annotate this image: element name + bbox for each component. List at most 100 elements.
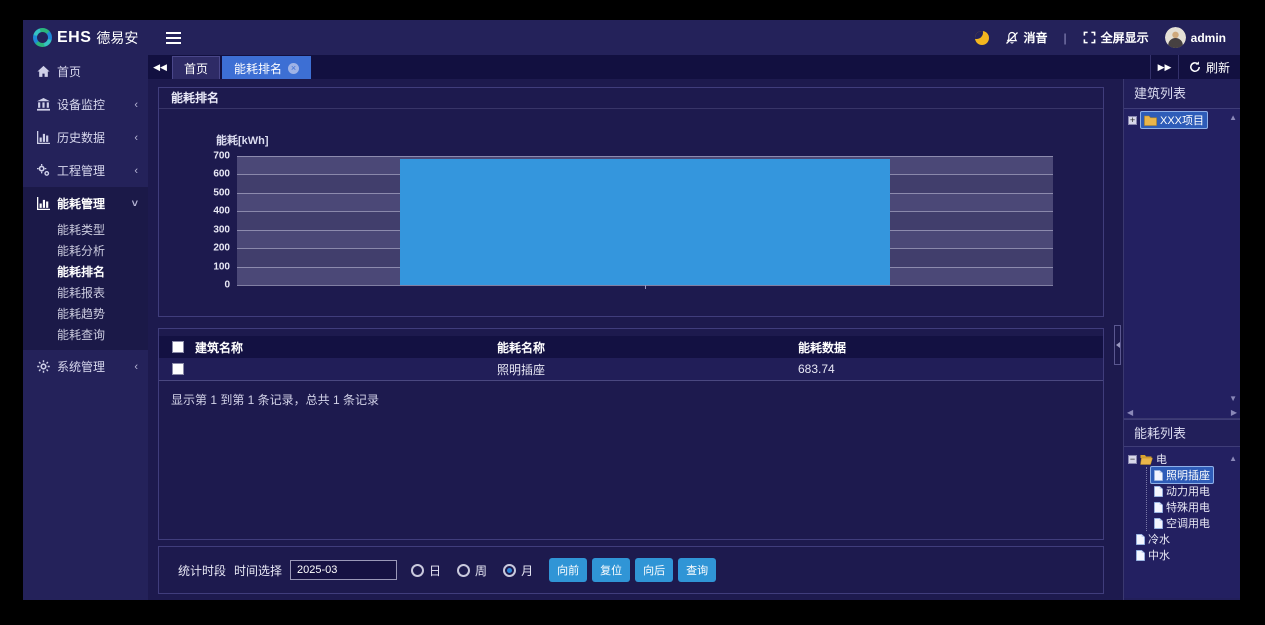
- tabs-scroll-left-icon[interactable]: ◀◀: [148, 55, 172, 79]
- energy-tree-item[interactable]: 动力用电: [1147, 483, 1240, 499]
- main-content: 能耗排名 能耗[kWh] 0100200300400500600700 建筑名称…: [148, 79, 1112, 600]
- splitter-collapse-handle[interactable]: [1114, 325, 1121, 365]
- chart-bar-照明插座[interactable]: [400, 159, 890, 285]
- sidebar-item-4[interactable]: 能耗管理˅: [23, 187, 148, 220]
- page-icon: [1136, 550, 1145, 561]
- row-checkbox[interactable]: [172, 363, 184, 375]
- panel-splitter: [1112, 79, 1123, 600]
- chart-plot: 0100200300400500600700: [237, 156, 1053, 285]
- folder-open-icon: [1140, 454, 1153, 465]
- header: EHS 德易安 消音 | 全屏显示 admin: [23, 20, 1240, 55]
- refresh-icon: [1189, 61, 1201, 73]
- scroll-up-icon[interactable]: ▲: [1229, 455, 1237, 463]
- building-root-label: XXX项目: [1160, 112, 1204, 128]
- sidebar-subitem[interactable]: 能耗类型: [23, 220, 148, 241]
- chevron-down-icon: ˅: [132, 198, 138, 210]
- sidebar-item-2[interactable]: 历史数据‹: [23, 121, 148, 154]
- 查询-button[interactable]: 查询: [678, 558, 716, 582]
- chart-y-tick-label: 300: [213, 224, 230, 235]
- period-radios: 日周 月: [411, 562, 533, 579]
- radio-label: 日: [429, 562, 441, 579]
- tab-home-label: 首页: [184, 60, 208, 77]
- energy-node[interactable]: 空调用电: [1150, 514, 1214, 532]
- energy-node-label: 空调用电: [1166, 515, 1210, 531]
- tab-energy-ranking-label: 能耗排名: [234, 60, 282, 77]
- select-all-checkbox[interactable]: [172, 341, 184, 353]
- history-data-icon: [37, 131, 50, 144]
- chart-y-tick-label: 200: [213, 243, 230, 254]
- tab-energy-ranking[interactable]: 能耗排名 ×: [222, 56, 311, 79]
- header-actions: 消音 | 全屏显示 admin: [975, 27, 1241, 48]
- sidebar-toggle-icon[interactable]: [166, 29, 181, 47]
- table-row[interactable]: 照明插座683.74: [159, 358, 1103, 381]
- building-tree-root[interactable]: + XXX项目: [1124, 109, 1240, 125]
- period-radio-日[interactable]: 日: [411, 562, 441, 579]
- fullscreen-button[interactable]: 全屏显示: [1083, 29, 1149, 46]
- header-divider: |: [1064, 31, 1067, 45]
- scroll-right-icon[interactable]: ▶: [1231, 409, 1237, 417]
- scroll-left-icon[interactable]: ◀: [1127, 409, 1133, 417]
- scroll-up-icon[interactable]: ▲: [1229, 114, 1237, 122]
- sidebar-item-1[interactable]: 设备监控‹: [23, 88, 148, 121]
- radio-circle-icon: [503, 564, 516, 577]
- building-list-title: 建筑列表: [1124, 79, 1240, 109]
- sidebar-subitem[interactable]: 能耗查询: [23, 325, 148, 346]
- energy-tree-item[interactable]: 照明插座: [1147, 467, 1240, 483]
- energy-node-label: 特殊用电: [1166, 499, 1210, 515]
- 向前-button[interactable]: 向前: [549, 558, 587, 582]
- tab-home[interactable]: 首页: [172, 56, 220, 79]
- chevron-left-icon: ‹: [134, 132, 138, 144]
- collapse-minus-icon[interactable]: −: [1128, 455, 1137, 464]
- sidebar-item-0[interactable]: 首页: [23, 55, 148, 88]
- system-mgmt-icon: [37, 360, 50, 373]
- table-cell: 683.74: [798, 362, 1103, 376]
- energy-tree-siblings: 冷水中水: [1136, 531, 1240, 563]
- user-avatar: [1165, 27, 1186, 48]
- folder-closed-icon: [1144, 115, 1157, 126]
- sidebar-subitem[interactable]: 能耗分析: [23, 241, 148, 262]
- sidebar: 首页设备监控‹历史数据‹工程管理‹能耗管理˅能耗类型能耗分析能耗排名能耗报表能耗…: [23, 55, 148, 600]
- chart-y-tick-label: 500: [213, 187, 230, 198]
- chart-gridline: [237, 156, 1053, 157]
- chart-y-tick-label: 600: [213, 169, 230, 180]
- sidebar-subitem[interactable]: 能耗报表: [23, 283, 148, 304]
- sidebar-subitem[interactable]: 能耗排名: [23, 262, 148, 283]
- time-input[interactable]: [290, 560, 397, 580]
- sidebar-item-3[interactable]: 工程管理‹: [23, 154, 148, 187]
- user-menu[interactable]: admin: [1165, 27, 1226, 48]
- energy-node-label: 冷水: [1148, 531, 1170, 547]
- building-root-node[interactable]: XXX项目: [1140, 111, 1208, 129]
- expand-plus-icon[interactable]: +: [1128, 116, 1137, 125]
- fullscreen-icon: [1083, 31, 1096, 44]
- sidebar-item-label: 历史数据: [57, 129, 134, 146]
- bell-slash-icon: [1005, 31, 1019, 45]
- energy-tree-item[interactable]: 中水: [1136, 547, 1240, 563]
- 向后-button[interactable]: 向后: [635, 558, 673, 582]
- mute-button[interactable]: 消音: [1005, 29, 1048, 46]
- sidebar-group-4: 能耗管理˅能耗类型能耗分析能耗排名能耗报表能耗趋势能耗查询: [23, 187, 148, 350]
- radio-label: 月: [521, 562, 533, 579]
- brand-name: 德易安: [96, 28, 138, 48]
- energy-root-label: 电: [1156, 451, 1167, 467]
- 复位-button[interactable]: 复位: [592, 558, 630, 582]
- sidebar-item-label: 首页: [57, 63, 138, 80]
- theme-moon-icon[interactable]: [975, 31, 989, 45]
- energy-tree-item[interactable]: 空调用电: [1147, 515, 1240, 531]
- energy-tree-root[interactable]: − 电: [1128, 451, 1240, 467]
- sidebar-subitem[interactable]: 能耗趋势: [23, 304, 148, 325]
- period-radio-周[interactable]: 周: [457, 562, 487, 579]
- chart-x-tick: [645, 285, 646, 289]
- energy-node-label: 照明插座: [1166, 467, 1210, 483]
- time-select-label: 时间选择: [234, 562, 282, 579]
- refresh-button[interactable]: 刷新: [1178, 55, 1240, 79]
- sidebar-item-5[interactable]: 系统管理‹: [23, 350, 148, 383]
- period-radio-月[interactable]: 月: [503, 562, 533, 579]
- table-summary: 显示第 1 到第 1 条记录，总共 1 条记录: [171, 391, 379, 408]
- section-label: 统计时段: [178, 562, 226, 579]
- scroll-down-icon[interactable]: ▼: [1229, 395, 1237, 403]
- tab-close-icon[interactable]: ×: [288, 63, 299, 74]
- tabs-scroll-right-icon[interactable]: ▶▶: [1150, 55, 1178, 79]
- energy-tree-item[interactable]: 特殊用电: [1147, 499, 1240, 515]
- energy-tree-item[interactable]: 冷水: [1136, 531, 1240, 547]
- page-icon: [1154, 486, 1163, 497]
